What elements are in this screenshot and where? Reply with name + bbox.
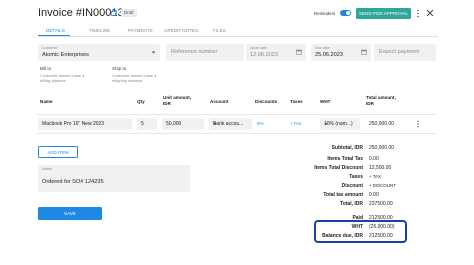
row-more-icon[interactable]: [416, 120, 420, 128]
add-item-label: ADD ITEM: [47, 150, 69, 155]
send-for-approval-label: SEND FOR APPROVAL: [358, 11, 409, 16]
col-header-account: Account: [210, 99, 229, 104]
bill-to-label: Bill to: [40, 66, 52, 71]
items-total-tax-label: Items Total Tax: [327, 156, 363, 162]
reference-number-input[interactable]: Reference number: [166, 44, 244, 61]
send-for-approval-button[interactable]: SEND FOR APPROVAL: [356, 8, 411, 19]
col-header-taxes: Taxes: [290, 99, 303, 104]
expect-payment-placeholder: Expect payment: [379, 49, 420, 55]
total-label: Total, IDR: [340, 201, 363, 207]
tab-details-label: DETAILS: [46, 28, 65, 33]
item-name-value: Macbook Pro 16" New 2023: [42, 121, 105, 127]
tab-timeline-label: TIMELINE: [89, 28, 111, 33]
items-total-tax-value: 0.00: [369, 156, 379, 162]
total-tax-amount-value: 0.00: [369, 192, 379, 198]
item-unit-amount-value: 50,000: [166, 121, 182, 127]
col-header-wht: WHT: [320, 99, 331, 104]
ship-to-label: Ship to: [112, 66, 127, 71]
customer-label: Customer: [42, 46, 58, 50]
balance-due-value: 212500.00: [369, 233, 393, 239]
reminders-label: Reminders: [314, 11, 336, 16]
subtotal-value: 250,000.00: [369, 145, 395, 151]
expect-payment-input[interactable]: Expect payment: [374, 44, 436, 61]
reminders-toggle[interactable]: [340, 10, 351, 16]
wht-value: (25,000.00): [369, 224, 395, 230]
notes-value: Ordered for SO# 124235: [42, 179, 104, 185]
items-total-discount-value: 12,500.00: [369, 165, 392, 171]
balance-due-label: Balance due, IDR: [322, 233, 363, 239]
item-unit-amount-field[interactable]: 50,000: [162, 118, 204, 130]
notes-label: Notes: [42, 167, 52, 171]
tab-files[interactable]: FILES: [213, 28, 226, 34]
status-badge: Draft: [121, 9, 137, 17]
more-menu-icon[interactable]: [416, 9, 420, 18]
item-account-value: Bank accou...: [213, 121, 244, 127]
calendar-icon: [296, 49, 302, 55]
chevron-down-icon: [213, 122, 217, 126]
item-qty-value: 5: [141, 121, 144, 127]
issue-date-value: 12.06.2023: [250, 52, 278, 58]
discount-label: Discount: [341, 183, 363, 189]
taxes-label: Taxes: [349, 174, 363, 180]
total-tax-amount-label: Total tax amount: [323, 192, 363, 198]
reference-number-placeholder: Reference number: [171, 49, 218, 55]
save-button[interactable]: SAVE: [38, 207, 102, 220]
tabs-divider: [38, 36, 438, 37]
col-header-discounts: Discounts: [255, 99, 278, 104]
issue-date-label: Issue date: [250, 46, 267, 50]
add-discount-link[interactable]: + DISCOUNT: [369, 183, 396, 188]
calendar-icon: [361, 49, 367, 55]
item-account-select[interactable]: Bank accou...: [209, 118, 252, 130]
chevron-down-icon: [151, 50, 156, 55]
item-name-field[interactable]: Macbook Pro 16" New 2023: [38, 118, 132, 130]
chevron-down-icon: [324, 122, 328, 126]
issue-date-input[interactable]: Issue date 12.06.2023: [246, 44, 306, 61]
subtotal-label: Subtotal, IDR: [331, 145, 363, 151]
customer-select[interactable]: Customer Atomic Enterprises: [38, 44, 160, 61]
col-header-qty: Qty: [137, 99, 145, 104]
item-total-value: 250,000.00: [369, 121, 395, 127]
tab-credit-notes-label: CREDIT NOTES: [164, 28, 199, 33]
due-date-value: 25.06.2023: [315, 52, 343, 58]
items-total-discount-label: Items Total Discount: [314, 165, 363, 171]
item-wht-value: 10% (nam...): [324, 121, 353, 127]
save-label: SAVE: [64, 211, 76, 216]
copy-icon[interactable]: [111, 10, 117, 16]
item-discount-link[interactable]: 5%: [257, 121, 264, 126]
tab-payments[interactable]: PAYMENTS: [128, 28, 153, 34]
ship-to-text: Customer doesn't have a shipping address: [112, 73, 157, 83]
add-item-button[interactable]: ADD ITEM: [38, 146, 78, 158]
total-value: 237500.00: [369, 201, 393, 207]
close-icon[interactable]: [426, 9, 434, 17]
tab-files-label: FILES: [213, 28, 226, 33]
item-wht-select[interactable]: 10% (nam...): [320, 118, 360, 130]
item-qty-field[interactable]: 5: [137, 118, 157, 130]
due-date-label: Due date: [315, 46, 330, 50]
item-add-tax-link[interactable]: + TAX: [290, 121, 301, 126]
tab-timeline[interactable]: TIMELINE: [89, 28, 110, 34]
col-header-total-amount: Total amount, IDR: [366, 95, 396, 106]
col-header-name: Name: [40, 99, 53, 104]
col-header-unit-amount: Unit amount, IDR: [163, 95, 192, 106]
tab-details[interactable]: DETAILS: [46, 28, 65, 34]
add-tax-link[interactable]: + TAX: [369, 174, 381, 179]
notes-field[interactable]: Notes Ordered for SO# 124235: [38, 165, 190, 192]
wht-label: WHT: [351, 224, 363, 230]
bill-to-text: Customer doesn't have a billing address: [40, 73, 85, 83]
customer-value: Atomic Enterprises: [42, 52, 89, 58]
tab-credit-notes[interactable]: CREDIT NOTES: [164, 28, 198, 34]
due-date-input[interactable]: Due date 25.06.2023: [311, 44, 371, 61]
tab-payments-label: PAYMENTS: [128, 28, 153, 33]
